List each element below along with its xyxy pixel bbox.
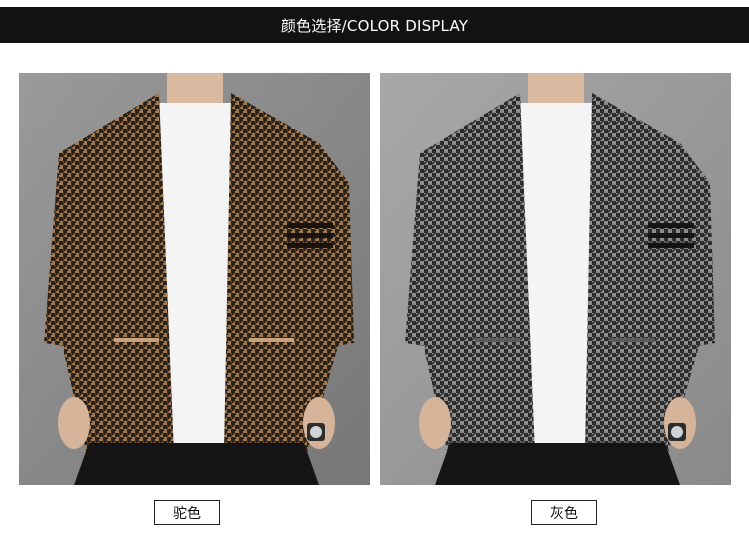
color-caption-grey: 灰色 [531, 500, 597, 525]
header-title: 颜色选择/COLOR DISPLAY [280, 16, 469, 35]
product-photo-grey [380, 73, 731, 485]
color-caption-camel: 驼色 [154, 500, 220, 525]
product-color-display-page: 颜色选择/COLOR DISPLAY 驼色 灰色 [0, 0, 749, 544]
product-photo-camel [19, 73, 370, 485]
header-bar: 颜色选择/COLOR DISPLAY [0, 7, 749, 43]
color-caption-grey-label: 灰色 [550, 505, 578, 522]
color-caption-camel-label: 驼色 [173, 505, 201, 522]
